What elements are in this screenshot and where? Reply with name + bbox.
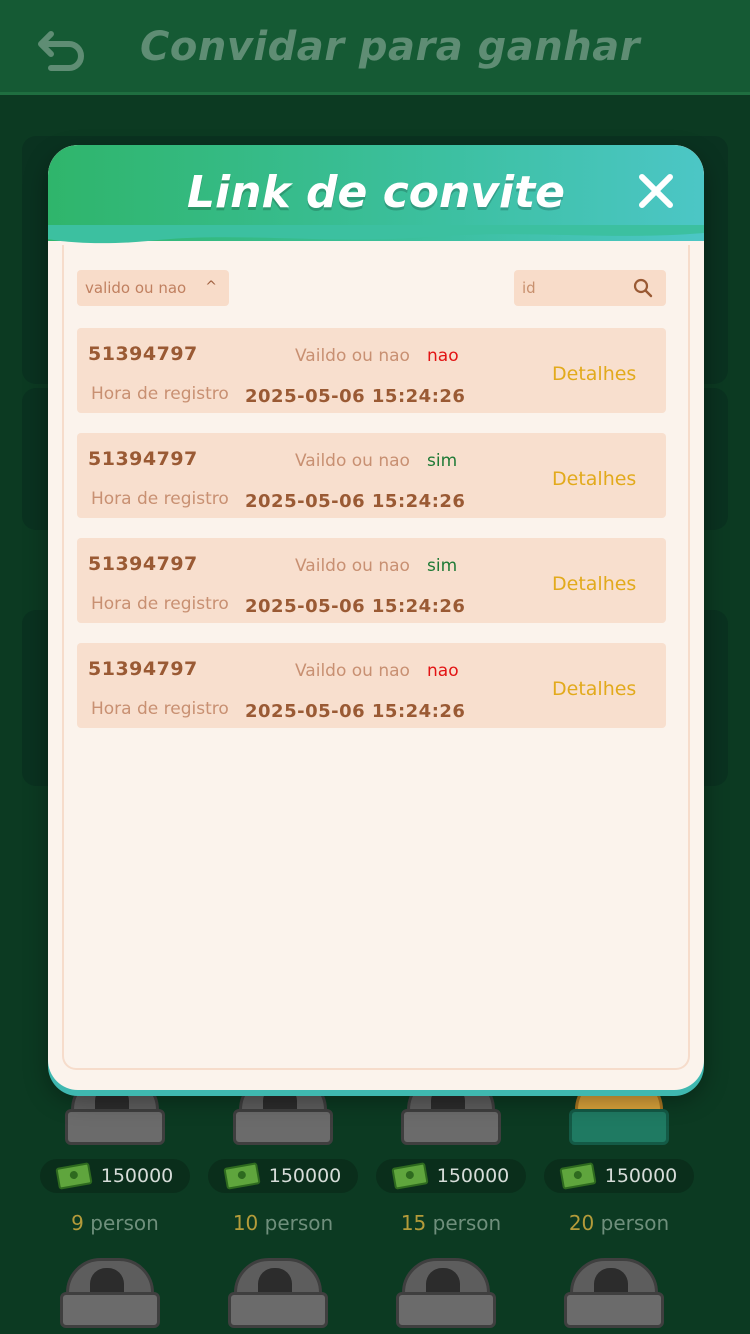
reward-amount-value: 150000 <box>100 1165 174 1187</box>
validity-filter-select[interactable]: valido ou nao ^ <box>77 270 229 306</box>
id-search-input[interactable] <box>514 270 624 306</box>
chest-icon <box>564 1258 664 1328</box>
register-time-label: Hora de registro <box>91 594 229 614</box>
record-id: 51394797 <box>88 658 198 680</box>
valid-label: Vaildo ou nao <box>295 451 410 471</box>
valid-value: sim <box>427 556 458 576</box>
record-id: 51394797 <box>88 553 198 575</box>
reward-amount: 150000 <box>208 1159 358 1193</box>
back-button[interactable] <box>30 22 94 78</box>
top-bar: Convidar para ganhar <box>0 0 750 95</box>
close-button[interactable] <box>636 171 676 211</box>
register-time-value: 2025-05-06 15:24:26 <box>245 386 466 407</box>
reward-requirement: 15 person <box>371 1211 531 1235</box>
details-link[interactable]: Detalhes <box>552 573 636 595</box>
reward-amount: 150000 <box>376 1159 526 1193</box>
reward-person-unit: person <box>432 1211 502 1235</box>
valid-label: Vaildo ou nao <box>295 661 410 681</box>
valid-label: Vaildo ou nao <box>295 556 410 576</box>
record-id: 51394797 <box>88 343 198 365</box>
valid-value: nao <box>427 346 459 366</box>
reward-requirement: 10 person <box>203 1211 363 1235</box>
invite-record-row: 51394797 Vaildo ou nao nao Hora de regis… <box>77 328 666 413</box>
invite-record-row: 51394797 Vaildo ou nao nao Hora de regis… <box>77 643 666 728</box>
reward-tier: 150000 15 person <box>371 1075 531 1235</box>
reward-amount-value: 150000 <box>604 1165 678 1187</box>
reward-tier[interactable]: 150000 20 person <box>539 1075 699 1235</box>
reward-amount: 150000 <box>40 1159 190 1193</box>
register-time-value: 2025-05-06 15:24:26 <box>245 701 466 722</box>
id-search-box <box>514 270 666 306</box>
reward-requirement: 9 person <box>35 1211 195 1235</box>
reward-tier: 150000 10 person <box>203 1075 363 1235</box>
reward-person-count: 9 <box>71 1211 84 1235</box>
invite-record-row: 51394797 Vaildo ou nao sim Hora de regis… <box>77 433 666 518</box>
valid-value: sim <box>427 451 458 471</box>
back-arrow-icon <box>38 31 84 71</box>
search-icon[interactable] <box>632 277 654 299</box>
reward-amount-value: 150000 <box>436 1165 510 1187</box>
chest-icon <box>396 1258 496 1328</box>
reward-person-unit: person <box>90 1211 159 1235</box>
cash-icon <box>55 1162 93 1190</box>
register-time-value: 2025-05-06 15:24:26 <box>245 596 466 617</box>
chest-icon <box>228 1258 328 1328</box>
validity-filter-label: valido ou nao <box>85 279 187 297</box>
reward-person-count: 15 <box>400 1211 427 1235</box>
invite-link-modal: Link de convite valido ou nao ^ 51394797… <box>48 145 704 1090</box>
cash-icon <box>223 1162 261 1190</box>
register-time-label: Hora de registro <box>91 699 229 719</box>
reward-person-unit: person <box>264 1211 334 1235</box>
reward-requirement: 20 person <box>539 1211 699 1235</box>
details-link[interactable]: Detalhes <box>552 678 636 700</box>
reward-amount-value: 150000 <box>268 1165 342 1187</box>
reward-person-unit: person <box>600 1211 670 1235</box>
reward-amount: 150000 <box>544 1159 694 1193</box>
valid-label: Vaildo ou nao <box>295 346 410 366</box>
reward-tier: 150000 9 person <box>35 1075 195 1235</box>
reward-person-count: 20 <box>568 1211 595 1235</box>
cash-icon <box>559 1162 597 1190</box>
modal-title: Link de convite <box>187 167 565 218</box>
cash-icon <box>391 1162 429 1190</box>
details-link[interactable]: Detalhes <box>552 363 636 385</box>
reward-person-count: 10 <box>232 1211 259 1235</box>
record-id: 51394797 <box>88 448 198 470</box>
register-time-label: Hora de registro <box>91 489 229 509</box>
chevron-up-icon: ^ <box>205 279 217 295</box>
register-time-value: 2025-05-06 15:24:26 <box>245 491 466 512</box>
chest-icon <box>60 1258 160 1328</box>
close-icon <box>639 174 673 208</box>
register-time-label: Hora de registro <box>91 384 229 404</box>
details-link[interactable]: Detalhes <box>552 468 636 490</box>
invite-record-row: 51394797 Vaildo ou nao sim Hora de regis… <box>77 538 666 623</box>
valid-value: nao <box>427 661 459 681</box>
page-title: Convidar para ganhar <box>140 24 640 70</box>
